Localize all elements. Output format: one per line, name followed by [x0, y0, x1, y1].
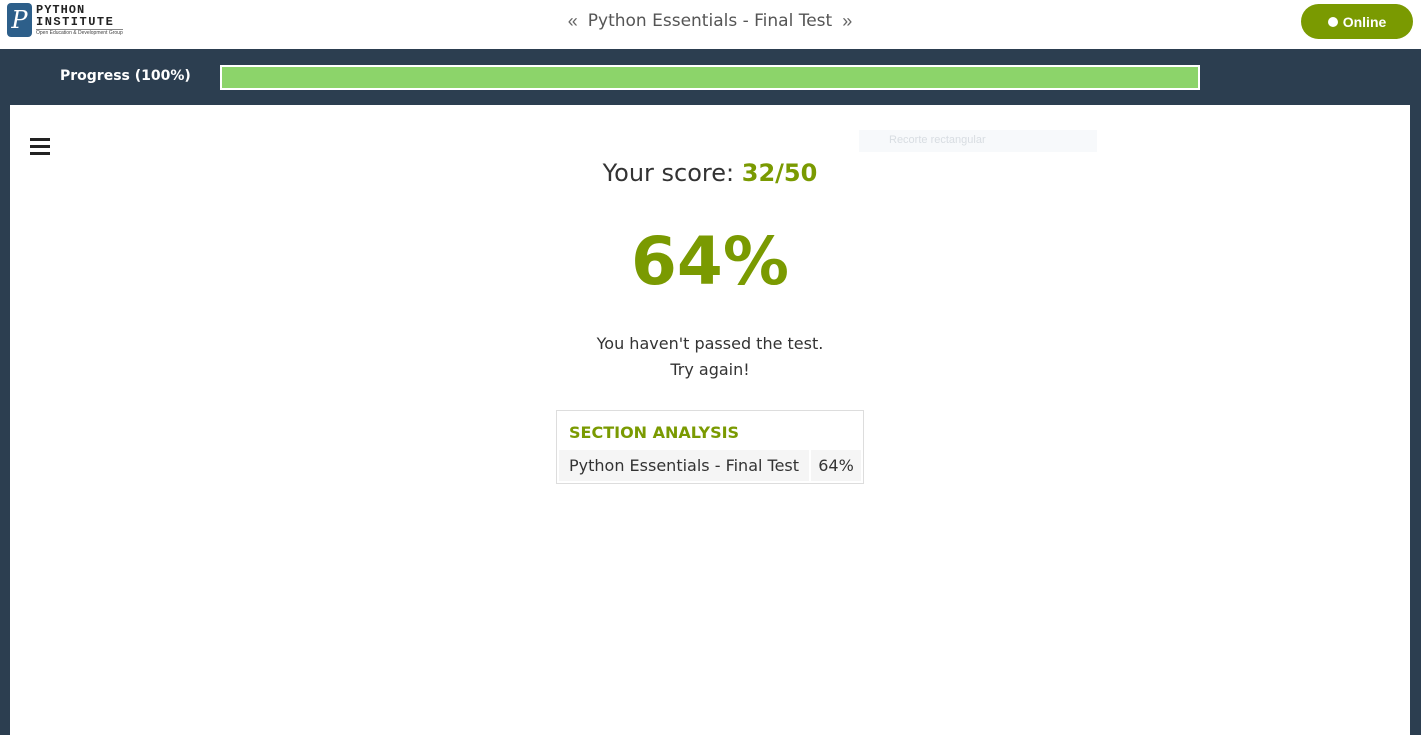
result-message-line1: You haven't passed the test.: [596, 334, 824, 353]
section-name-cell: Python Essentials - Final Test: [559, 450, 810, 481]
online-status-button[interactable]: Online: [1301, 4, 1413, 39]
logo-mark: P: [7, 3, 32, 37]
left-border: [0, 105, 10, 735]
table-row: Python Essentials - Final Test 64%: [559, 450, 861, 481]
snipping-overlay-label: Recorte rectangular: [889, 134, 986, 146]
progress-label: Progress (100%): [60, 68, 191, 84]
logo-text: PYTHON INSTITUTE Open Education & Develo…: [36, 4, 123, 37]
status-dot-icon: [1327, 16, 1338, 27]
score-line: Your score: 32/50: [510, 159, 910, 187]
test-title: Python Essentials - Final Test: [587, 11, 833, 31]
score-prefix: Your score:: [602, 159, 735, 187]
score-percent: 64%: [631, 223, 789, 300]
section-analysis-heading: SECTION ANALYSIS: [569, 423, 740, 442]
progress-bar-fill: [222, 67, 1198, 88]
progress-bar: [220, 65, 1200, 90]
hamburger-menu-icon[interactable]: [30, 138, 50, 156]
progress-band: Progress (100%): [0, 49, 1421, 105]
right-border: [1410, 105, 1421, 735]
double-chevron-right-icon[interactable]: »: [832, 11, 862, 32]
logo-subtitle: Open Education & Development Group: [36, 29, 123, 36]
online-status-label: Online: [1342, 13, 1387, 30]
top-bar: P PYTHON INSTITUTE Open Education & Deve…: [0, 0, 1421, 49]
python-institute-logo[interactable]: P PYTHON INSTITUTE Open Education & Deve…: [7, 2, 133, 38]
logo-line-institute: INSTITUTE: [36, 16, 123, 30]
test-title-nav: « Python Essentials - Final Test »: [540, 8, 880, 34]
snipping-overlay: Recorte rectangular: [859, 130, 1097, 152]
section-score-cell: 64%: [811, 450, 861, 481]
double-chevron-left-icon[interactable]: «: [558, 11, 588, 32]
result-message: You haven't passed the test. Try again!: [510, 331, 910, 383]
section-analysis-table: SECTION ANALYSIS Python Essentials - Fin…: [556, 410, 864, 484]
main-content: Recorte rectangular Your score: 32/50 64…: [10, 105, 1410, 735]
score-value: 32/50: [741, 159, 818, 187]
logo-line-python: PYTHON: [36, 2, 86, 17]
result-message-line2: Try again!: [670, 360, 750, 379]
